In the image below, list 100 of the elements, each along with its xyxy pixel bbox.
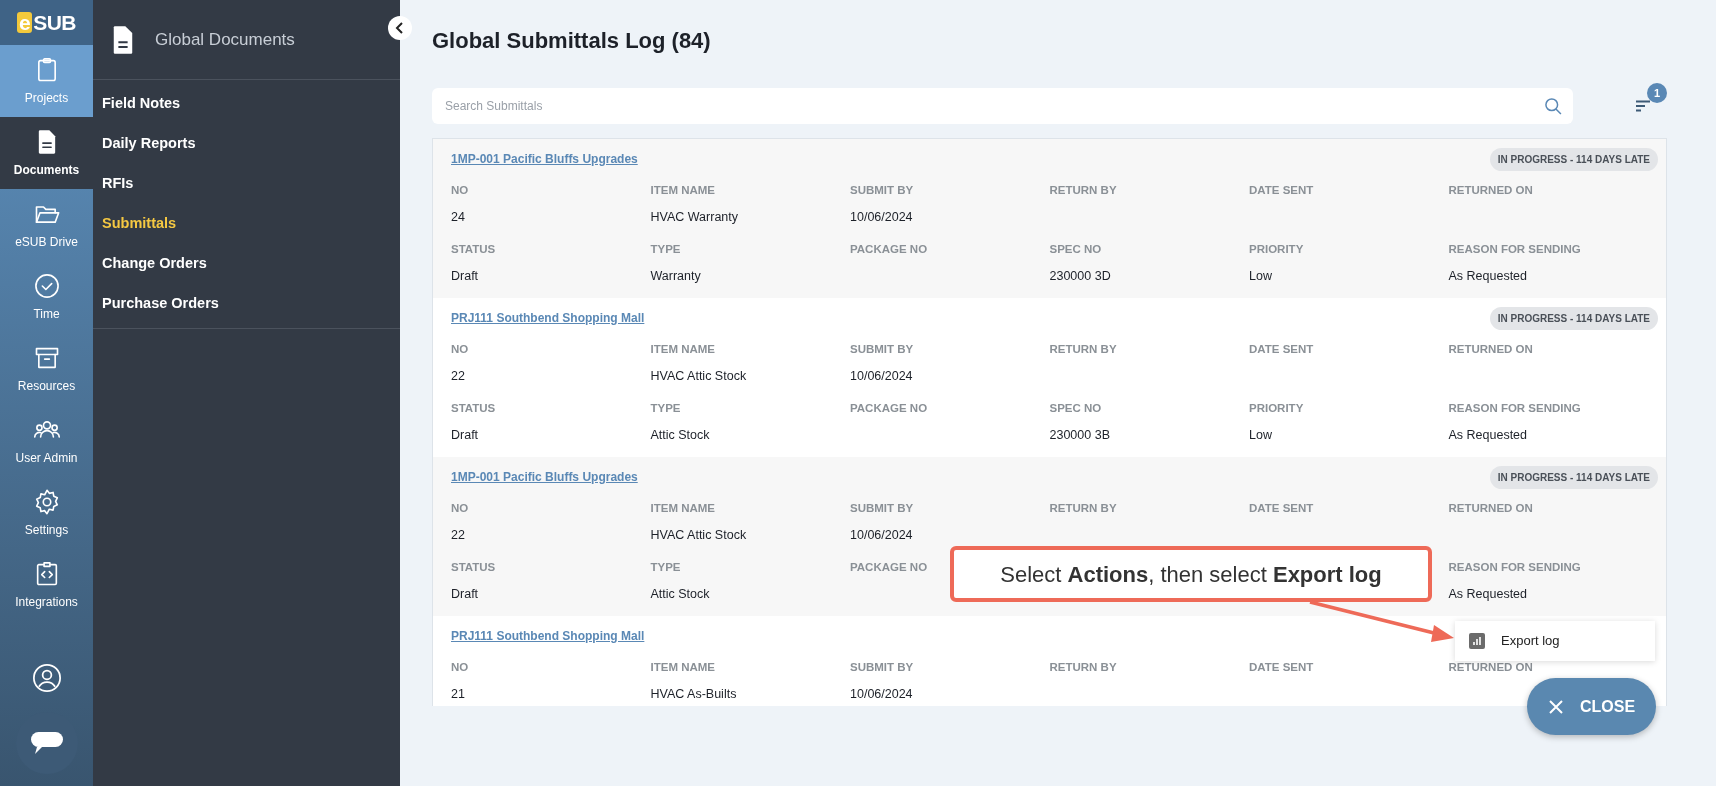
field-label: RETURN BY — [1049, 183, 1118, 197]
field-label: DATE SENT — [1249, 183, 1315, 197]
field-label: TYPE — [650, 401, 682, 415]
field-label: NO — [451, 501, 470, 515]
close-button[interactable]: CLOSE — [1527, 678, 1656, 735]
field-value: Attic Stock — [650, 586, 711, 602]
field-label: RETURN BY — [1049, 342, 1118, 356]
field-label: ITEM NAME — [650, 183, 717, 197]
nav-item[interactable]: Time — [0, 261, 93, 333]
nav-item[interactable]: Settings — [0, 477, 93, 549]
field-value: Draft — [451, 427, 480, 443]
field-value: 21 — [451, 686, 466, 702]
field-label: NO — [451, 342, 470, 356]
field-value: 22 — [451, 368, 466, 384]
field-label: SUBMIT BY — [850, 342, 915, 356]
nav-item[interactable]: Integrations — [0, 549, 93, 621]
field-value: HVAC Warranty — [650, 209, 739, 225]
field-value: 10/06/2024 — [850, 527, 914, 543]
field-label: SUBMIT BY — [850, 183, 915, 197]
field-label: NO — [451, 660, 470, 674]
field-label: PACKAGE NO — [850, 401, 929, 415]
project-link[interactable]: 1MP-001 Pacific Bluffs Upgrades — [451, 150, 638, 168]
menu-item[interactable]: Export log — [1455, 621, 1655, 661]
status-badge: IN PROGRESS - 114 DAYS LATE — [1489, 306, 1658, 330]
field-value: Draft — [451, 268, 480, 284]
field-value: 22 — [451, 527, 466, 543]
field-label: SPEC NO — [1049, 401, 1103, 415]
status-badge: IN PROGRESS - 114 DAYS LATE — [1489, 465, 1658, 489]
field-value: Draft — [451, 586, 480, 602]
field-label: PRIORITY — [1249, 401, 1305, 415]
field-value: Attic Stock — [650, 427, 711, 443]
collapse-button[interactable] — [388, 16, 412, 40]
search-icon[interactable] — [1543, 96, 1563, 116]
page-title: Global Submittals Log (84) — [432, 27, 712, 55]
field-label: REASON FOR SENDING — [1448, 242, 1582, 256]
field-label: RETURNED ON — [1448, 183, 1534, 197]
field-label: ITEM NAME — [650, 501, 717, 515]
nav-item[interactable]: eSUB Drive — [0, 189, 93, 261]
nav-item[interactable]: Documents — [0, 117, 93, 189]
field-label: STATUS — [451, 560, 497, 574]
field-value: 24 — [451, 209, 466, 225]
sidebar-item[interactable]: Daily Reports — [93, 124, 400, 164]
field-value: 10/06/2024 — [850, 368, 914, 384]
field-value: As Requested — [1448, 427, 1529, 443]
filter-count-badge: 1 — [1647, 83, 1667, 103]
field-label: DATE SENT — [1249, 501, 1315, 515]
sidebar-item[interactable]: Submittals — [93, 204, 400, 244]
filter-icon — [1635, 100, 1651, 112]
field-value: 10/06/2024 — [850, 209, 914, 225]
search-field[interactable]: Search Submittals — [432, 88, 1573, 124]
project-link[interactable]: 1MP-001 Pacific Bluffs Upgrades — [451, 468, 638, 486]
field-label: TYPE — [650, 242, 682, 256]
field-value: 230000 3B — [1049, 427, 1111, 443]
field-value: 10/06/2024 — [850, 686, 914, 702]
callout-text: Select Actions, then select Export log — [1000, 560, 1382, 589]
field-label: REASON FOR SENDING — [1448, 560, 1582, 574]
field-label: TYPE — [650, 560, 682, 574]
field-value: Low — [1249, 268, 1273, 284]
field-label: RETURN BY — [1049, 660, 1118, 674]
logo: eSUB — [17, 12, 76, 33]
field-value: As Requested — [1448, 268, 1529, 284]
field-label: PRIORITY — [1249, 242, 1305, 256]
field-label: ITEM NAME — [650, 660, 717, 674]
field-value: 230000 3D — [1049, 268, 1112, 284]
sidebar-item[interactable]: Field Notes — [93, 84, 400, 124]
field-label: NO — [451, 183, 470, 197]
field-label: SUBMIT BY — [850, 501, 915, 515]
field-label: REASON FOR SENDING — [1448, 401, 1582, 415]
field-value: HVAC Attic Stock — [650, 368, 748, 384]
field-value: As Requested — [1448, 586, 1529, 602]
close-icon — [1547, 698, 1564, 715]
field-label: SPEC NO — [1049, 242, 1103, 256]
nav-item[interactable]: User Admin — [0, 405, 93, 477]
profile-icon[interactable] — [31, 663, 62, 693]
chart-icon — [1469, 633, 1485, 649]
project-link[interactable]: PRJ111 Southbend Shopping Mall — [451, 627, 645, 645]
field-label: PACKAGE NO — [850, 242, 929, 256]
field-label: RETURNED ON — [1448, 501, 1534, 515]
field-label: SUBMIT BY — [850, 660, 915, 674]
chevron-left-icon — [395, 22, 405, 34]
field-label: ITEM NAME — [650, 342, 717, 356]
field-label: RETURNED ON — [1448, 342, 1534, 356]
field-label: RETURN BY — [1049, 501, 1118, 515]
field-label: RETURNED ON — [1448, 660, 1534, 674]
field-label: STATUS — [451, 242, 497, 256]
sidebar-item[interactable]: RFIs — [93, 164, 400, 204]
field-value: Low — [1249, 427, 1273, 443]
project-link[interactable]: PRJ111 Southbend Shopping Mall — [451, 309, 645, 327]
field-value: Warranty — [650, 268, 702, 284]
field-label: STATUS — [451, 401, 497, 415]
sidebar-item[interactable]: Purchase Orders — [93, 284, 400, 324]
sidebar-item[interactable]: Change Orders — [93, 244, 400, 284]
field-label: DATE SENT — [1249, 660, 1315, 674]
field-label: DATE SENT — [1249, 342, 1315, 356]
field-value: HVAC Attic Stock — [650, 527, 748, 543]
clock-icon — [32, 271, 61, 300]
field-value: HVAC As-Builts — [650, 686, 738, 702]
sidebar-title: Global Documents — [155, 28, 295, 51]
status-badge: IN PROGRESS - 114 DAYS LATE — [1489, 147, 1658, 171]
nav-item[interactable]: Resources — [0, 333, 93, 405]
